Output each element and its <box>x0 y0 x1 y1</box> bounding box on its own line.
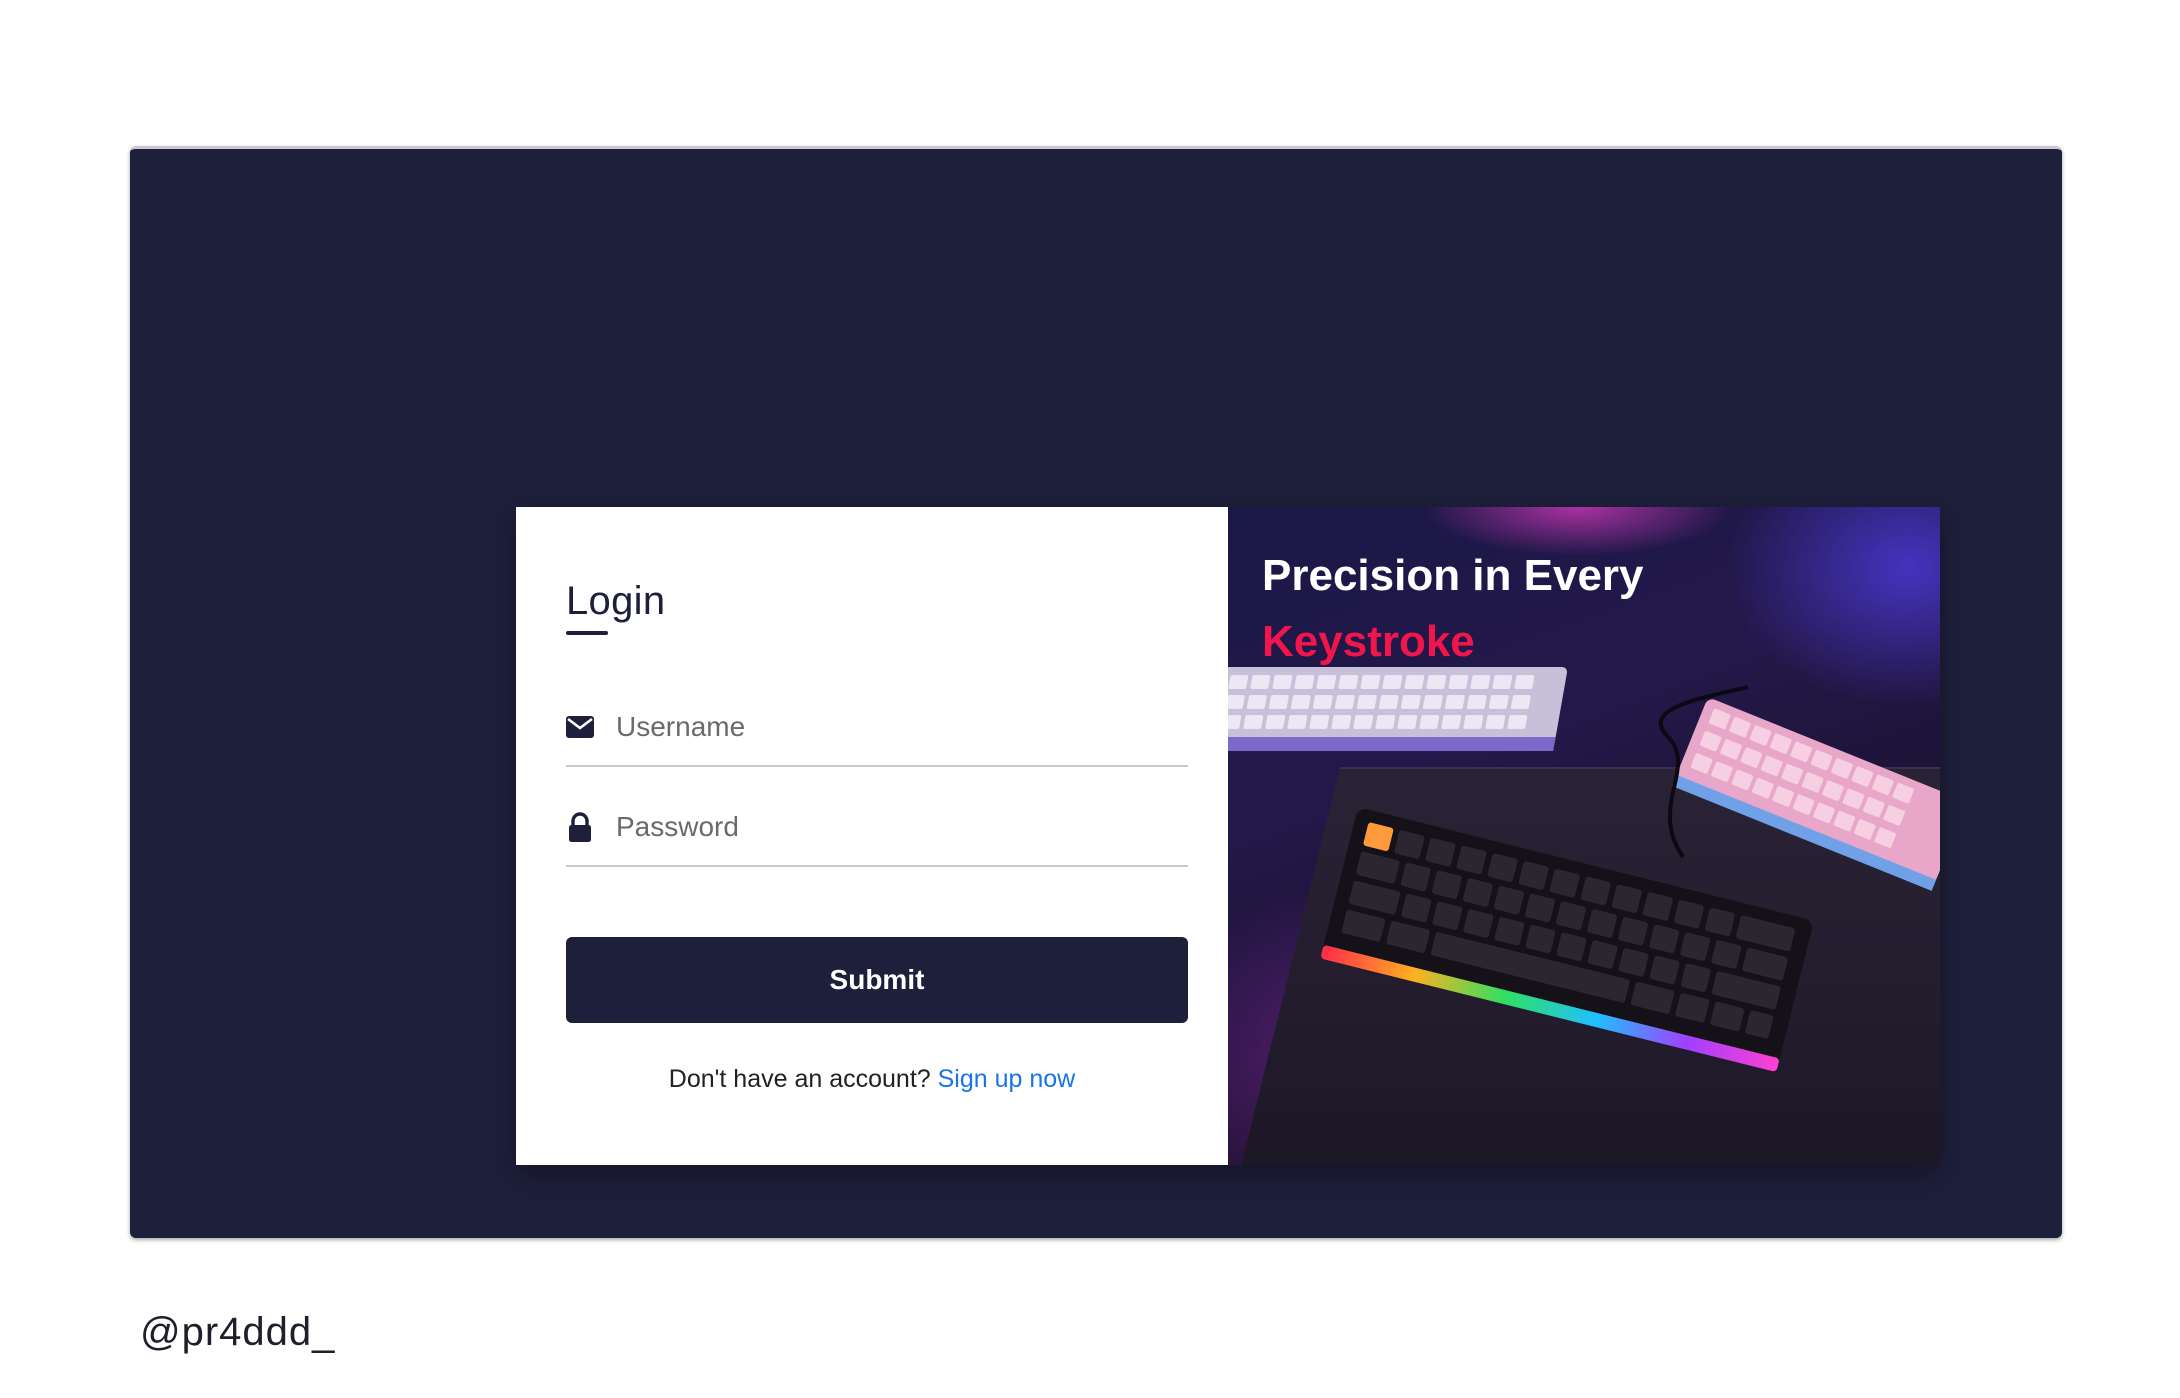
headline-line-1: Precision in Every <box>1262 551 1644 600</box>
lock-icon <box>566 812 594 842</box>
submit-button[interactable]: Submit <box>566 937 1188 1023</box>
black-keyboard <box>1321 809 1812 1072</box>
signup-prompt: Don't have an account? <box>668 1065 931 1093</box>
login-title: Login <box>566 579 666 623</box>
stage-frame: Login Username Submit Don't have an acco… <box>130 146 2062 1238</box>
white-keyboard <box>1228 667 1568 751</box>
login-form-panel: Login Username Submit Don't have an acco… <box>516 507 1228 1165</box>
hero-headline: Precision in Every Keystroke <box>1262 543 1644 675</box>
username-field <box>566 689 1188 767</box>
watermark: @pr4ddd_ <box>140 1310 336 1354</box>
pink-keyboard <box>1672 699 1940 891</box>
hero-image: Precision in Every Keystroke <box>1228 507 1940 1165</box>
envelope-icon <box>566 713 594 741</box>
signup-link[interactable]: Sign up now <box>938 1065 1076 1093</box>
password-input[interactable] <box>616 811 1156 843</box>
signup-row: Don't have an account? Sign up now <box>516 1065 1228 1094</box>
login-card: Login Username Submit Don't have an acco… <box>516 507 1940 1165</box>
headline-line-2: Keystroke <box>1262 617 1475 666</box>
title-underline <box>566 631 608 635</box>
username-input[interactable] <box>616 711 1156 743</box>
password-field <box>566 789 1188 867</box>
